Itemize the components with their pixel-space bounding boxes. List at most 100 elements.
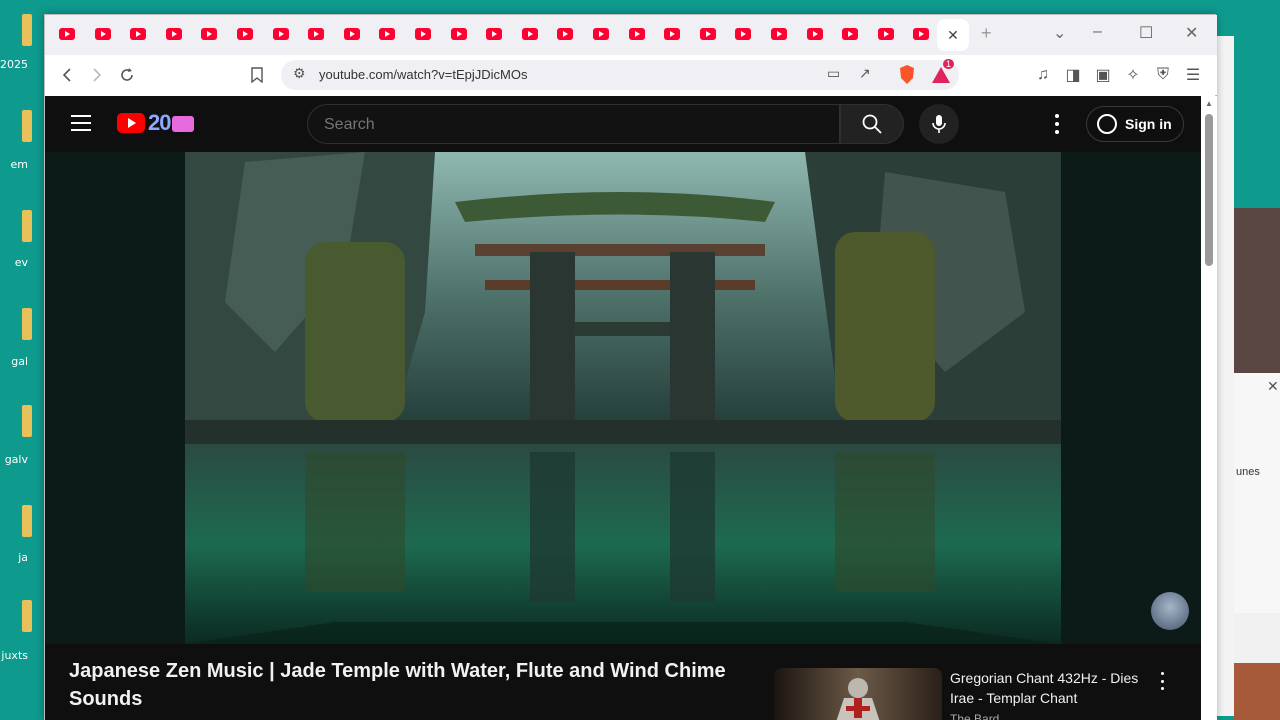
brave-shields-button[interactable] [895,63,919,87]
video-player[interactable] [45,152,1201,644]
back-button[interactable] [55,63,79,87]
background-window-panel [1234,373,1280,613]
menu-button[interactable]: ☰ [1181,63,1205,87]
bookmark-button[interactable] [245,63,269,87]
youtube-tab-favicon-icon[interactable] [664,28,681,40]
desktop-folder-icon[interactable] [22,600,32,632]
media-button[interactable]: ♫ [1031,63,1055,87]
desktop-icon-label[interactable]: galv [0,453,28,466]
minimize-button[interactable]: – [1093,23,1102,41]
close-icon[interactable]: ✕ [1267,378,1279,395]
desktop-icon-label[interactable]: ja [0,551,28,564]
video-frame[interactable] [185,152,1061,644]
site-settings-icon[interactable]: ⚙ [293,65,306,82]
youtube-tab-favicon-icon[interactable] [379,28,396,40]
forward-button[interactable] [85,63,109,87]
desktop-folder-icon[interactable] [22,210,32,242]
wallet-icon: ▣ [1095,67,1111,84]
youtube-tab-favicon-icon[interactable] [308,28,325,40]
voice-search-button[interactable] [919,104,959,144]
kebab-dot [1161,672,1164,675]
youtube-tab-favicon-icon[interactable] [557,28,574,40]
youtube-tab-favicon-icon[interactable] [130,28,147,40]
youtube-tab-favicon-icon[interactable] [165,28,182,40]
youtube-tab-favicon-icon[interactable] [201,28,218,40]
recommended-video-menu-button[interactable] [1161,672,1164,690]
background-window-panel [1234,208,1280,373]
reload-icon [121,68,133,81]
wallet-button[interactable]: ▣ [1091,63,1115,87]
youtube-tab-favicon-icon[interactable] [94,28,111,40]
recommended-video-title[interactable]: Gregorian Chant 432Hz - Dies Irae - Temp… [950,668,1150,708]
sign-in-button[interactable]: Sign in [1086,106,1184,142]
youtube-tab-favicon-icon[interactable] [771,28,787,40]
search-input[interactable] [324,116,804,134]
shield-icon: ⛨ [1156,66,1169,83]
desktop-folder-icon[interactable] [22,110,32,142]
youtube-tab-favicon-icon[interactable] [415,28,431,40]
scroll-up-arrow-icon[interactable]: ▲ [1205,99,1213,108]
desktop-icon-label[interactable]: 2025 [0,58,28,71]
youtube-tab-favicon-icon[interactable] [237,28,253,40]
guide-menu-button[interactable] [71,115,91,131]
cast-icon[interactable]: ▭ [827,65,840,82]
menu-icon: ☰ [1185,67,1201,84]
desktop-icon-label[interactable]: gal [0,355,28,368]
search-button[interactable] [840,104,904,144]
microphone-icon [932,115,946,133]
recommended-channel-name[interactable]: The Bard [950,712,999,720]
youtube-logo[interactable]: 20 [117,110,195,136]
tab-search-icon[interactable]: ⌄ [1053,23,1066,43]
active-tab[interactable]: ✕ [937,19,969,51]
account-icon [1097,114,1117,134]
new-tab-button[interactable]: + [981,23,992,44]
brave-rewards-button[interactable]: 1 [929,59,955,87]
desktop-folder-icon[interactable] [22,14,32,46]
browser-window: ✕ + ⌄ – ☐ ✕ ⚙ youtube.com/watch?v=tEpjJD… [44,14,1217,720]
tab-strip: ✕ + ⌄ – ☐ ✕ [45,15,1217,55]
youtube-tab-favicon-icon[interactable] [699,28,716,40]
youtube-tab-favicon-icon[interactable] [806,28,823,40]
youtube-tab-favicon-icon[interactable] [593,28,609,40]
desktop-icon-label[interactable]: em [0,158,28,171]
address-bar[interactable]: ⚙ youtube.com/watch?v=tEpjJDicMOs ▭ ↗ [281,60,959,90]
desktop-icon-label[interactable]: ev [0,256,28,269]
desktop-folder-icon[interactable] [22,308,32,340]
youtube-tab-favicon-icon[interactable] [450,28,467,40]
desktop-icon-label[interactable]: juxts [0,649,28,662]
youtube-play-icon [117,113,145,133]
youtube-tab-favicon-icon[interactable] [486,28,503,40]
recommended-video-thumbnail[interactable] [774,668,942,720]
sidebar-button[interactable]: ◨ [1061,63,1085,87]
logo-anniversary-text: 20 [148,110,172,135]
youtube-page: 20 Sign in [45,96,1201,720]
youtube-tab-favicon-icon[interactable] [735,28,752,40]
kebab-dot [1055,122,1059,126]
youtube-tab-favicon-icon[interactable] [842,28,859,40]
cake-icon [172,116,195,132]
youtube-tab-favicon-icon[interactable] [343,28,360,40]
close-tab-icon[interactable]: ✕ [947,27,959,44]
search-box[interactable] [307,104,840,144]
youtube-tab-favicon-icon[interactable] [272,28,289,40]
leo-ai-button[interactable]: ✧ [1121,63,1145,87]
page-scrollbar[interactable]: ▲ [1201,96,1217,720]
maximize-button[interactable]: ☐ [1139,23,1153,43]
youtube-tab-favicon-icon[interactable] [628,28,645,40]
settings-kebab-button[interactable] [1049,112,1065,136]
channel-watermark[interactable] [1151,592,1189,630]
youtube-tab-favicon-icon[interactable] [913,28,930,40]
scrollbar-thumb[interactable] [1205,114,1213,266]
youtube-tab-favicon-icon[interactable] [59,28,75,40]
url-text[interactable]: youtube.com/watch?v=tEpjJDicMOs [319,67,527,82]
share-icon[interactable]: ↗ [859,65,871,82]
youtube-tab-favicon-icon[interactable] [521,28,538,40]
close-window-button[interactable]: ✕ [1185,23,1198,43]
youtube-tab-favicon-icon[interactable] [877,28,894,40]
reload-button[interactable] [115,63,139,87]
desktop-folder-icon[interactable] [22,505,32,537]
vpn-button[interactable]: ⛨ [1151,63,1175,87]
desktop-folder-icon[interactable] [22,405,32,437]
knight-thumbnail-image [836,678,880,720]
background-window-panel [1234,663,1280,720]
